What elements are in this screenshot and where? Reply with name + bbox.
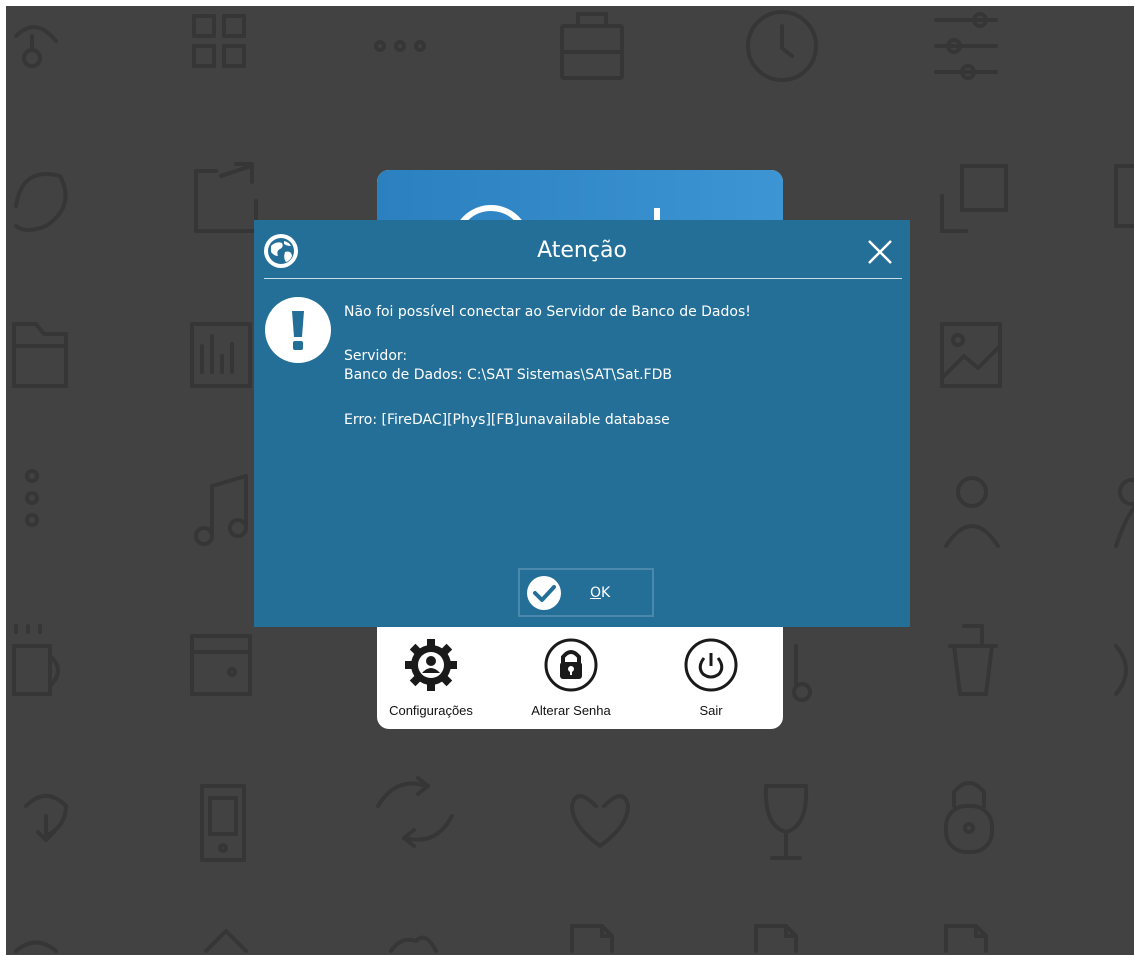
exit-label: Sair: [699, 703, 723, 718]
change-password-button[interactable]: Alterar Senha: [521, 625, 621, 729]
title-divider: [264, 278, 902, 279]
dialog-title: Atenção: [537, 238, 627, 263]
error-message: Não foi possível conectar ao Servidor de…: [344, 304, 751, 320]
close-icon[interactable]: [865, 237, 895, 267]
login-toolbar: Configurações Alterar Senha Sair: [377, 625, 783, 729]
ok-label: OK: [590, 584, 611, 601]
alert-dialog: Atenção Não foi possível conectar ao Ser…: [254, 220, 910, 627]
exclamation-icon: [265, 297, 331, 363]
lock-icon: [544, 638, 598, 692]
settings-button[interactable]: Configurações: [381, 625, 481, 729]
exit-button[interactable]: Sair: [661, 625, 761, 729]
server-line: Servidor:: [344, 348, 408, 364]
database-line: Banco de Dados: C:\SAT Sistemas\SAT\Sat.…: [344, 367, 672, 383]
check-circle-icon: [527, 575, 561, 610]
change-password-label: Alterar Senha: [531, 703, 611, 718]
ok-button[interactable]: OK: [518, 568, 654, 617]
dialog-title-bar: Atenção: [254, 220, 910, 278]
settings-label: Configurações: [389, 703, 473, 718]
error-detail: Erro: [FireDAC][Phys][FB]unavailable dat…: [344, 412, 670, 428]
power-icon: [684, 638, 738, 692]
gear-user-icon: [405, 639, 457, 691]
